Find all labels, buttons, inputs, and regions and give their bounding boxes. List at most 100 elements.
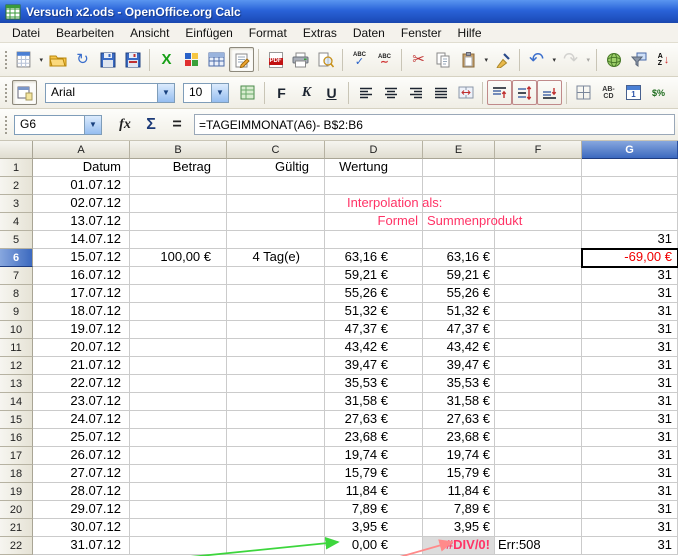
cell-B22[interactable]	[130, 537, 227, 555]
autospellcheck-button[interactable]: ABC∼	[372, 47, 397, 72]
wrap-text-button[interactable]: AB-CD	[596, 80, 621, 105]
row-header-7[interactable]: 7	[0, 267, 33, 285]
cell-C2[interactable]	[227, 177, 325, 195]
cell-F13[interactable]	[495, 375, 582, 393]
spellcheck-button[interactable]: ABC✓	[347, 47, 372, 72]
menu-item-einfuegen[interactable]: Einfügen	[177, 24, 240, 42]
cell-D15[interactable]: 27,63 €	[325, 411, 423, 429]
borders-button[interactable]	[571, 80, 596, 105]
cell-F5[interactable]	[495, 231, 582, 249]
row-header-6[interactable]: 6	[0, 249, 33, 267]
page-preview-button[interactable]	[313, 47, 338, 72]
cell-G2[interactable]	[582, 177, 678, 195]
cell-G17[interactable]: 31	[582, 447, 678, 465]
row-header-11[interactable]: 11	[0, 339, 33, 357]
cell-D21[interactable]: 3,95 €	[325, 519, 423, 537]
cell-F15[interactable]	[495, 411, 582, 429]
cell-B19[interactable]	[130, 483, 227, 501]
italic-button[interactable]: K	[294, 80, 319, 105]
column-header-a[interactable]: A	[33, 141, 130, 159]
cell-A6[interactable]: 15.07.12	[33, 249, 130, 267]
cell-B7[interactable]	[130, 267, 227, 285]
cell-E19[interactable]: 11,84 €	[423, 483, 495, 501]
cell-C3[interactable]	[227, 195, 325, 213]
cell-D7[interactable]: 59,21 €	[325, 267, 423, 285]
column-header-c[interactable]: C	[227, 141, 325, 159]
cell-D20[interactable]: 7,89 €	[325, 501, 423, 519]
function-wizard-button[interactable]: fx	[112, 113, 138, 137]
cell-A5[interactable]: 14.07.12	[33, 231, 130, 249]
cell-D3[interactable]: Interpolation als:	[325, 195, 423, 213]
cell-B11[interactable]	[130, 339, 227, 357]
cell-D16[interactable]: 23,68 €	[325, 429, 423, 447]
hyperlink-button[interactable]	[601, 47, 626, 72]
menu-item-format[interactable]: Format	[241, 24, 295, 42]
cell-E22[interactable]: #DIV/0!	[423, 537, 495, 555]
row-header-12[interactable]: 12	[0, 357, 33, 375]
cell-E8[interactable]: 55,26 €	[423, 285, 495, 303]
row-header-9[interactable]: 9	[0, 303, 33, 321]
cell-F21[interactable]	[495, 519, 582, 537]
cell-D19[interactable]: 11,84 €	[325, 483, 423, 501]
chevron-down-icon[interactable]: ▼	[84, 116, 101, 134]
cell-F12[interactable]	[495, 357, 582, 375]
toolbar-drag-handle[interactable]	[3, 82, 8, 104]
cell-A19[interactable]: 28.07.12	[33, 483, 130, 501]
row-header-20[interactable]: 20	[0, 501, 33, 519]
cell-F7[interactable]	[495, 267, 582, 285]
cell-A8[interactable]: 17.07.12	[33, 285, 130, 303]
cell-A10[interactable]: 19.07.12	[33, 321, 130, 339]
cell-E17[interactable]: 19,74 €	[423, 447, 495, 465]
cell-C9[interactable]	[227, 303, 325, 321]
cell-G21[interactable]: 31	[582, 519, 678, 537]
cell-B5[interactable]	[130, 231, 227, 249]
cell-G12[interactable]: 31	[582, 357, 678, 375]
cell-D14[interactable]: 31,58 €	[325, 393, 423, 411]
cell-C20[interactable]	[227, 501, 325, 519]
cell-A2[interactable]: 01.07.12	[33, 177, 130, 195]
chevron-down-icon[interactable]: ▼	[211, 84, 228, 102]
cell-E2[interactable]	[423, 177, 495, 195]
cell-A4[interactable]: 13.07.12	[33, 213, 130, 231]
cell-G20[interactable]: 31	[582, 501, 678, 519]
styles-and-formatting-button[interactable]	[12, 80, 37, 105]
cell-B8[interactable]	[130, 285, 227, 303]
cell-B3[interactable]	[130, 195, 227, 213]
cell-A9[interactable]: 18.07.12	[33, 303, 130, 321]
cell-C10[interactable]	[227, 321, 325, 339]
bold-button[interactable]: F	[269, 80, 294, 105]
cell-G16[interactable]: 31	[582, 429, 678, 447]
open-button[interactable]	[45, 47, 70, 72]
format-paintbrush-button[interactable]	[490, 47, 515, 72]
cell-D4[interactable]: Formel	[325, 213, 423, 231]
cell-B14[interactable]	[130, 393, 227, 411]
name-box[interactable]: G6 ▼	[14, 115, 102, 135]
cell-F1[interactable]	[495, 159, 582, 177]
cell-E20[interactable]: 7,89 €	[423, 501, 495, 519]
cell-G4[interactable]	[582, 213, 678, 231]
row-header-10[interactable]: 10	[0, 321, 33, 339]
cell-C11[interactable]	[227, 339, 325, 357]
cell-G1[interactable]	[582, 159, 678, 177]
cell-D8[interactable]: 55,26 €	[325, 285, 423, 303]
reload-button[interactable]: ↻	[70, 47, 95, 72]
cell-A12[interactable]: 21.07.12	[33, 357, 130, 375]
cell-D12[interactable]: 39,47 €	[325, 357, 423, 375]
cell-D13[interactable]: 35,53 €	[325, 375, 423, 393]
cell-A17[interactable]: 26.07.12	[33, 447, 130, 465]
cell-C7[interactable]	[227, 267, 325, 285]
row-header-22[interactable]: 22	[0, 537, 33, 555]
cell-E14[interactable]: 31,58 €	[423, 393, 495, 411]
cell-F2[interactable]	[495, 177, 582, 195]
cell-A7[interactable]: 16.07.12	[33, 267, 130, 285]
cut-button[interactable]: ✂	[406, 47, 431, 72]
align-middle-button[interactable]	[512, 80, 537, 105]
cell-G15[interactable]: 31	[582, 411, 678, 429]
cell-F16[interactable]	[495, 429, 582, 447]
cell-E13[interactable]: 35,53 €	[423, 375, 495, 393]
cell-G19[interactable]: 31	[582, 483, 678, 501]
date-format-button[interactable]: 1	[621, 80, 646, 105]
cell-E10[interactable]: 47,37 €	[423, 321, 495, 339]
cell-C13[interactable]	[227, 375, 325, 393]
cell-E5[interactable]	[423, 231, 495, 249]
